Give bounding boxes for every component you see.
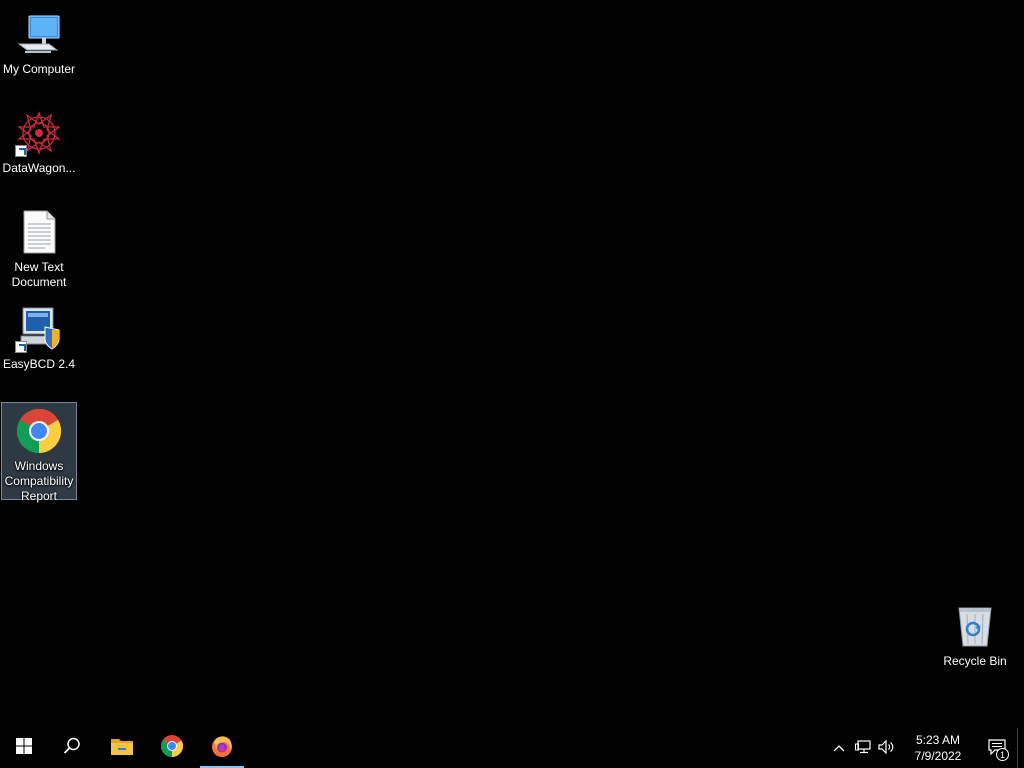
search-icon [63,737,81,760]
computer-icon [15,10,63,58]
notification-count-badge: 1 [996,748,1009,761]
volume-button[interactable] [875,728,899,768]
desktop-icon-my-computer[interactable]: My Computer [1,6,77,77]
shortcut-arrow-icon [15,145,27,157]
desktop-icon-windows-compatibility-report[interactable]: Windows Compatibility Report [1,402,77,503]
desktop-icon-label: Recycle Bin [943,654,1007,668]
chevron-up-icon [833,741,845,755]
recycle-bin-icon [951,602,999,650]
show-hidden-icons-button[interactable] [827,728,851,768]
chrome-icon [15,407,63,455]
network-icon [855,739,871,757]
clock-date: 7/9/2022 [914,749,962,763]
chrome-icon [160,734,184,763]
taskbar: 5:23 AM 7/9/2022 1 [0,728,1024,768]
firefox-icon [210,734,234,763]
desktop-icon-label: My Computer [2,62,76,76]
clock-time: 5:23 AM [915,733,961,747]
network-button[interactable] [851,728,875,768]
desktop-icon-label: Windows Compatibility Report [4,459,74,503]
clock[interactable]: 5:23 AM 7/9/2022 [899,728,977,768]
shortcut-arrow-icon [15,341,27,353]
volume-icon [878,739,896,757]
system-tray: 5:23 AM 7/9/2022 1 [827,728,1024,768]
windows-start-icon [16,737,32,759]
desktop-icon-label: EasyBCD 2.4 [2,357,76,371]
desktop: My Computer DataWagon... New Text Docume… [0,0,1024,728]
action-center-button[interactable]: 1 [977,728,1017,768]
taskbar-chrome[interactable] [148,728,196,768]
desktop-icon-label: New Text Document [11,260,67,289]
start-button[interactable] [0,728,48,768]
taskbar-firefox[interactable] [198,728,246,768]
taskbar-file-explorer[interactable] [98,728,146,768]
desktop-icon-label: DataWagon... [2,161,76,175]
search-button[interactable] [48,728,96,768]
show-desktop-button[interactable] [1017,728,1024,768]
text-document-icon [15,208,63,256]
datawagon-icon [15,109,63,157]
desktop-icon-easybcd[interactable]: EasyBCD 2.4 [1,301,77,372]
desktop-icon-recycle-bin[interactable]: Recycle Bin [937,598,1013,669]
desktop-icon-datawagon[interactable]: DataWagon... [1,105,77,176]
folder-icon [110,736,134,761]
desktop-icon-new-text-document[interactable]: New Text Document [1,204,77,290]
easybcd-icon [15,305,63,353]
